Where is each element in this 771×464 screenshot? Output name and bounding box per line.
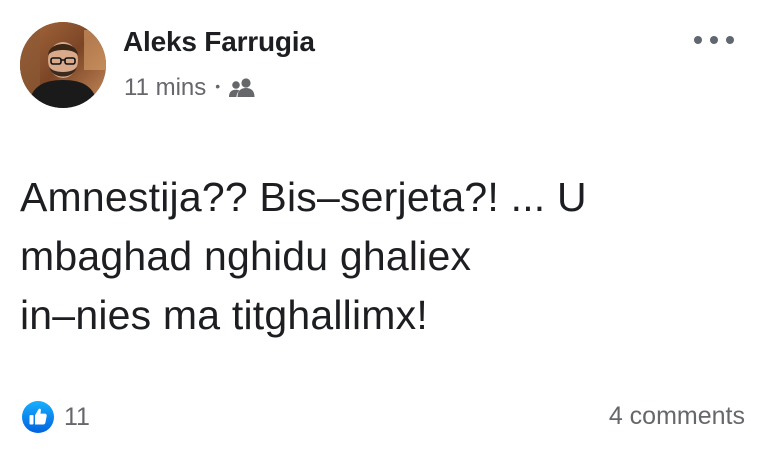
friends-icon[interactable] (228, 77, 256, 99)
meta-separator: • (215, 78, 221, 94)
post-meta: 11 mins • (124, 74, 256, 102)
like-icon (22, 401, 54, 433)
post-body-line: mbaghad nghidu ghaliex (20, 233, 472, 279)
more-dot (726, 36, 734, 44)
comments-count-link[interactable]: 4 comments (609, 402, 745, 431)
facebook-post: Aleks Farrugia 11 mins • Amnestija?? Bis… (0, 0, 771, 464)
more-options-icon[interactable] (694, 30, 734, 50)
more-dot (694, 36, 702, 44)
timestamp[interactable]: 11 mins (124, 74, 206, 102)
avatar[interactable] (20, 22, 106, 108)
reactions-summary[interactable]: 11 (22, 401, 90, 433)
post-body: Amnestija?? Bis–serjeta?! ... U mbaghad … (20, 168, 740, 345)
avatar-photo (20, 22, 106, 108)
post-body-line: in–nies ma titghallimx! (20, 292, 428, 338)
more-dot (710, 36, 718, 44)
reaction-count: 11 (64, 402, 90, 431)
post-body-line: Amnestija?? Bis–serjeta?! ... U (20, 174, 587, 220)
author-name[interactable]: Aleks Farrugia (123, 26, 315, 58)
